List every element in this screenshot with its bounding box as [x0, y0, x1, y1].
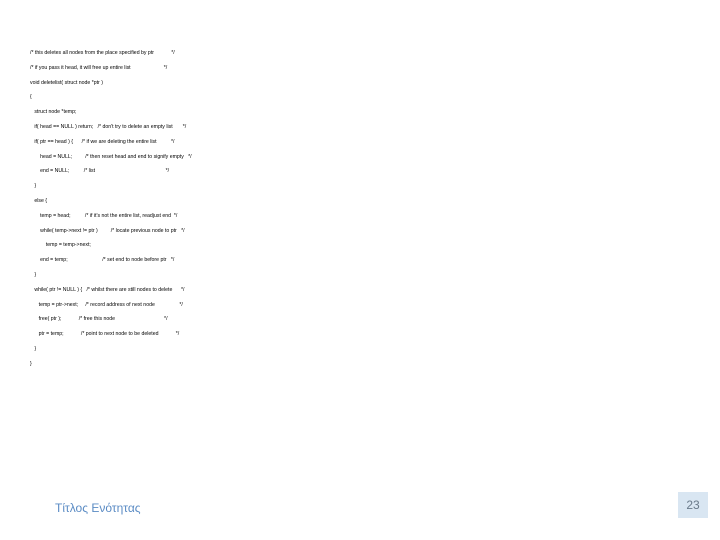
code-line: /* this deletes all nodes from the place…	[30, 50, 390, 58]
code-line: while( temp->next != ptr ) /* locate pre…	[30, 228, 390, 236]
code-line: else {	[30, 198, 390, 206]
code-line: if( head == NULL ) return; /* don't try …	[30, 124, 390, 132]
code-line: end = NULL; /* list */	[30, 168, 390, 176]
code-line: while( ptr != NULL ) { /* whilst there a…	[30, 287, 390, 295]
page-number: 23	[678, 492, 708, 518]
code-line: }	[30, 183, 390, 191]
code-line: head = NULL; /* then reset head and end …	[30, 154, 390, 162]
code-line: /* if you pass it head, it will free up …	[30, 65, 390, 73]
code-line: {	[30, 94, 390, 102]
code-line: temp = head; /* if it's not the entire l…	[30, 213, 390, 221]
code-line: if( ptr == head ) { /* if we are deletin…	[30, 139, 390, 147]
code-block: /* this deletes all nodes from the place…	[30, 50, 390, 376]
code-line: temp = temp->next;	[30, 242, 390, 250]
code-line: }	[30, 346, 390, 354]
code-line: struct node *temp;	[30, 109, 390, 117]
code-line: void deletelist( struct node *ptr )	[30, 80, 390, 88]
footer: Τίτλος Ενότητας 23	[0, 490, 720, 520]
code-line: }	[30, 361, 390, 369]
code-line: free( ptr ); /* free this node */	[30, 316, 390, 324]
code-line: ptr = temp; /* point to next node to be …	[30, 331, 390, 339]
section-title: Τίτλος Ενότητας	[55, 501, 141, 515]
code-line: temp = ptr->next; /* record address of n…	[30, 302, 390, 310]
code-line: }	[30, 272, 390, 280]
code-line: end = temp; /* set end to node before pt…	[30, 257, 390, 265]
